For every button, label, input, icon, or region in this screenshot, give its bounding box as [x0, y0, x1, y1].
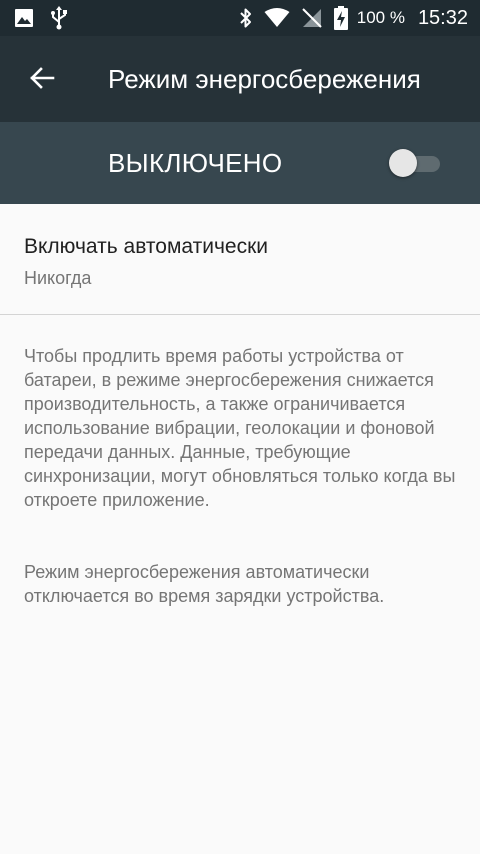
auto-enable-summary: Никогда [24, 268, 92, 288]
app-bar: Режим энергосбережения [0, 36, 480, 122]
master-switch-bar[interactable]: ВЫКЛЮЧЕНО [0, 122, 480, 204]
usb-icon [50, 6, 68, 30]
page-title: Режим энергосбережения [108, 64, 421, 94]
clock: 15:32 [417, 6, 468, 29]
arrow-back-icon [30, 67, 55, 89]
switch-thumb [389, 149, 417, 177]
battery-saver-charging-note: Режим энергосбережения автоматически отк… [24, 562, 385, 606]
battery-charging-icon [333, 6, 348, 30]
status-bar-notifications [14, 0, 68, 36]
no-sim-icon [301, 7, 323, 29]
status-bar: 100 % 15:32 [0, 0, 480, 36]
auto-enable-preference[interactable]: Включать автоматически Никогда [0, 204, 480, 314]
status-bar-system: 100 % 15:32 [239, 0, 468, 36]
bluetooth-icon [239, 7, 253, 29]
master-switch-toggle[interactable] [388, 148, 442, 178]
image-icon [14, 8, 34, 28]
back-button[interactable] [22, 58, 62, 98]
master-switch-label: ВЫКЛЮЧЕНО [108, 148, 283, 178]
wifi-icon [264, 8, 290, 28]
divider [0, 314, 480, 315]
battery-percent: 100 % [356, 8, 405, 27]
battery-saver-description: Чтобы продлить время работы устройства о… [24, 346, 456, 510]
auto-enable-title: Включать автоматически [24, 235, 269, 258]
